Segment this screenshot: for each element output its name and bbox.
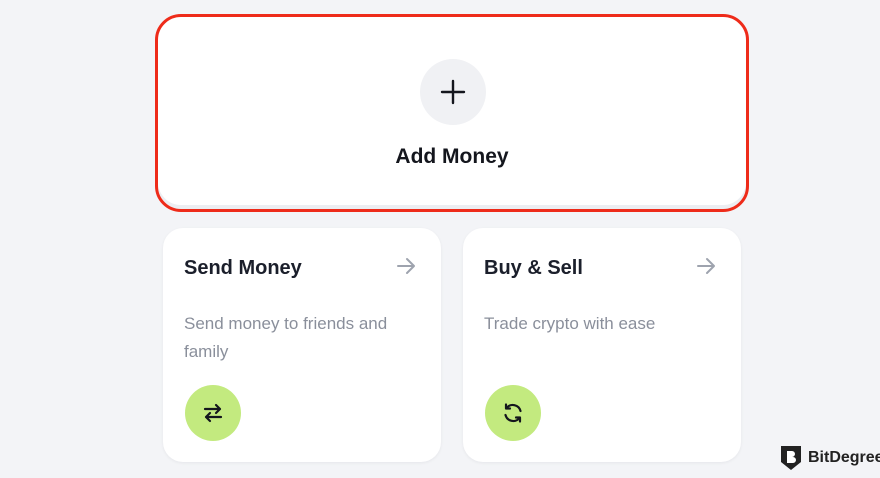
add-money-card[interactable]: Add Money bbox=[155, 14, 749, 212]
buy-sell-card[interactable]: Buy & Sell Trade crypto with ease bbox=[463, 228, 741, 462]
add-money-label: Add Money bbox=[395, 145, 509, 168]
send-money-title: Send Money bbox=[184, 257, 302, 279]
arrow-right-icon[interactable] bbox=[395, 255, 417, 277]
bitdegree-shield-icon bbox=[781, 446, 801, 470]
plus-button[interactable] bbox=[420, 59, 486, 125]
arrow-right-icon[interactable] bbox=[695, 255, 717, 277]
send-money-action-button[interactable] bbox=[185, 385, 241, 441]
send-money-card[interactable]: Send Money Send money to friends and fam… bbox=[163, 228, 441, 462]
swap-arrows-icon bbox=[203, 403, 223, 423]
watermark-text: BitDegree bbox=[808, 449, 880, 466]
buy-sell-title: Buy & Sell bbox=[484, 257, 583, 279]
bitdegree-watermark: BitDegree bbox=[779, 443, 880, 473]
refresh-icon bbox=[504, 403, 522, 423]
buy-sell-action-button[interactable] bbox=[485, 385, 541, 441]
buy-sell-description: Trade crypto with ease bbox=[484, 314, 656, 333]
plus-icon bbox=[440, 79, 466, 105]
send-money-description: Send money to friends and family bbox=[184, 314, 388, 361]
